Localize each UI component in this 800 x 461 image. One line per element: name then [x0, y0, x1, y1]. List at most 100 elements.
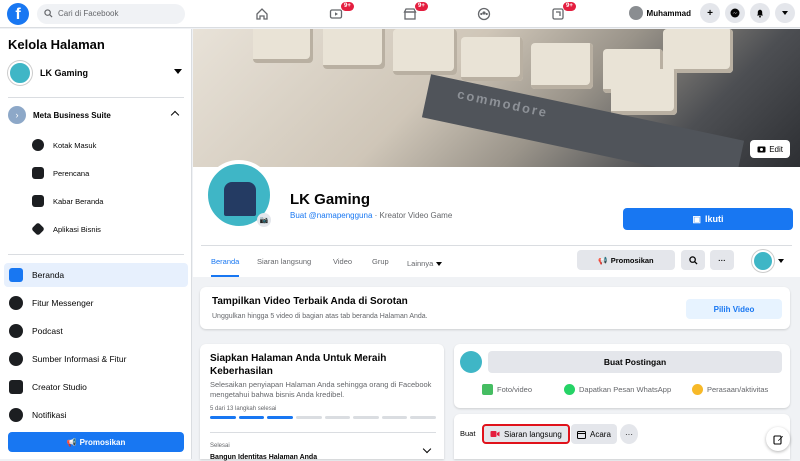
avatar	[628, 6, 643, 20]
sidebar-item-label: Podcast	[32, 326, 63, 336]
chevron-down-icon[interactable]	[422, 444, 432, 454]
compose-icon	[772, 434, 783, 445]
edit-cover-label: Edit	[769, 144, 783, 154]
sidebar-item-planner[interactable]: Perencana	[32, 164, 89, 182]
promote-page-button[interactable]: 📢 Promosikan	[577, 250, 675, 270]
notification-badge: 9+	[563, 2, 576, 11]
photo-icon	[482, 384, 493, 395]
create-post-button[interactable]: Buat Postingan	[488, 351, 782, 373]
sidebar-item-home[interactable]: Beranda	[4, 263, 188, 287]
progress-segment	[353, 416, 379, 419]
tab-video[interactable]: Video	[333, 251, 352, 277]
plus-icon: +	[707, 7, 713, 19]
sidebar-item-inbox[interactable]: Kotak Masuk	[32, 136, 96, 154]
search-icon	[688, 255, 698, 265]
page-avatar	[8, 61, 32, 85]
feed-icon	[32, 195, 44, 207]
home-icon	[256, 8, 268, 20]
sidebar-item-notifications[interactable]: Notifikasi	[4, 403, 188, 427]
featured-videos-card: Tampilkan Video Terbaik Anda di Sorotan …	[200, 287, 790, 329]
keyboard-key	[663, 29, 733, 73]
keyboard-key	[393, 29, 457, 75]
nav-marketplace[interactable]: 9+	[373, 0, 447, 28]
search-page-button[interactable]	[681, 250, 705, 270]
more-options-button[interactable]: ···	[710, 250, 734, 270]
search-placeholder: Cari di Facebook	[58, 9, 119, 18]
profile-shortcut[interactable]: Muhammad	[625, 4, 695, 22]
follow-label: Ikuti	[705, 214, 724, 224]
tab-live[interactable]: Siaran langsung	[257, 251, 311, 277]
user-name: Muhammad	[646, 8, 691, 18]
page-avatar	[460, 351, 482, 373]
messenger-icon	[9, 296, 23, 310]
top-navigation-bar: f Cari di Facebook 9+ 9+ 9+ Muhammad +	[0, 0, 800, 28]
tab-more[interactable]: Lainnya	[407, 251, 443, 277]
sidebar-item-creator-studio[interactable]: Creator Studio	[4, 375, 188, 399]
choose-video-button[interactable]: Pilih Video	[686, 299, 782, 319]
tab-groups[interactable]: Grup	[372, 251, 389, 277]
completed-label: Selesai	[210, 443, 230, 449]
nav-home[interactable]	[225, 0, 299, 28]
featured-title: Tampilkan Video Terbaik Anda di Sorotan	[212, 296, 408, 307]
meta-business-suite-toggle[interactable]: › Meta Business Suite	[8, 105, 184, 125]
more-icon: ···	[718, 255, 726, 265]
nav-watch[interactable]: 9+	[299, 0, 373, 28]
meta-business-suite-icon: ›	[8, 106, 26, 124]
manage-page-sidebar: Kelola Halaman LK Gaming › Meta Business…	[0, 29, 192, 459]
bell-icon	[757, 9, 763, 18]
sidebar-item-podcast[interactable]: Podcast	[4, 319, 188, 343]
sidebar-item-resources[interactable]: Sumber Informasi & Fitur	[4, 347, 188, 371]
nav-groups[interactable]	[447, 0, 521, 28]
create-event-button[interactable]: Acara	[571, 424, 617, 444]
sidebar-item-feed[interactable]: Kabar Beranda	[32, 192, 103, 210]
follow-button[interactable]: ▣ Ikuti	[623, 208, 793, 230]
cube-icon	[31, 222, 45, 236]
edit-cover-button[interactable]: Edit	[750, 140, 790, 158]
messenger-button[interactable]	[725, 3, 745, 23]
post-composer-card: Buat Postingan Foto/video Dapatkan Pesan…	[454, 344, 790, 408]
sidebar-item-messenger[interactable]: Fitur Messenger	[4, 291, 188, 315]
photo-video-button[interactable]: Foto/video	[482, 384, 532, 395]
page-title: LK Gaming	[290, 191, 371, 208]
main-nav: 9+ 9+ 9+	[225, 0, 595, 28]
sidebar-item-business-apps[interactable]: Aplikasi Bisnis	[31, 220, 101, 238]
facebook-logo[interactable]: f	[7, 2, 29, 25]
tab-more-label: Lainnya	[407, 259, 434, 268]
avatar-illustration	[224, 182, 256, 216]
divider	[201, 245, 792, 246]
megaphone-icon: 📢	[598, 255, 608, 265]
feeling-activity-button[interactable]: Perasaan/aktivitas	[692, 384, 768, 395]
create-username-link[interactable]: Buat @namapengguna	[290, 211, 372, 220]
featured-description: Unggulkan hingga 5 video di bagian atas …	[212, 313, 428, 320]
cover-photo: commodore Edit	[193, 29, 800, 167]
calendar-icon	[577, 430, 586, 439]
page-voice-switcher[interactable]	[752, 250, 774, 272]
create-button[interactable]: +	[700, 3, 720, 23]
live-video-icon	[490, 431, 500, 437]
keyboard-key	[531, 43, 593, 89]
podcast-icon	[9, 324, 23, 338]
nav-gaming[interactable]: 9+	[521, 0, 595, 28]
megaphone-icon: 📢	[66, 437, 77, 447]
account-menu-button[interactable]	[775, 3, 795, 23]
progress-segment	[210, 416, 236, 419]
search-input[interactable]: Cari di Facebook	[37, 3, 185, 24]
page-switcher[interactable]: LK Gaming	[8, 60, 184, 86]
whatsapp-button[interactable]: Dapatkan Pesan WhatsApp	[564, 384, 671, 395]
promote-button[interactable]: 📢 Promosikan	[8, 432, 184, 452]
camera-icon[interactable]: 📷	[257, 213, 271, 227]
keyboard-key	[323, 29, 385, 69]
tab-home[interactable]: Beranda	[211, 251, 240, 277]
divider	[8, 97, 184, 98]
more-create-options-button[interactable]: ···	[620, 424, 638, 444]
chevron-up-icon	[170, 110, 180, 120]
notifications-button[interactable]	[750, 3, 770, 23]
create-label: Buat	[460, 429, 476, 438]
keyboard-key	[253, 29, 313, 63]
caret-down-icon[interactable]	[778, 259, 784, 263]
info-icon	[9, 352, 23, 366]
groups-icon	[477, 7, 491, 21]
new-message-button[interactable]	[766, 427, 790, 451]
go-live-button[interactable]: Siaran langsung	[482, 424, 570, 444]
calendar-icon	[32, 167, 44, 179]
